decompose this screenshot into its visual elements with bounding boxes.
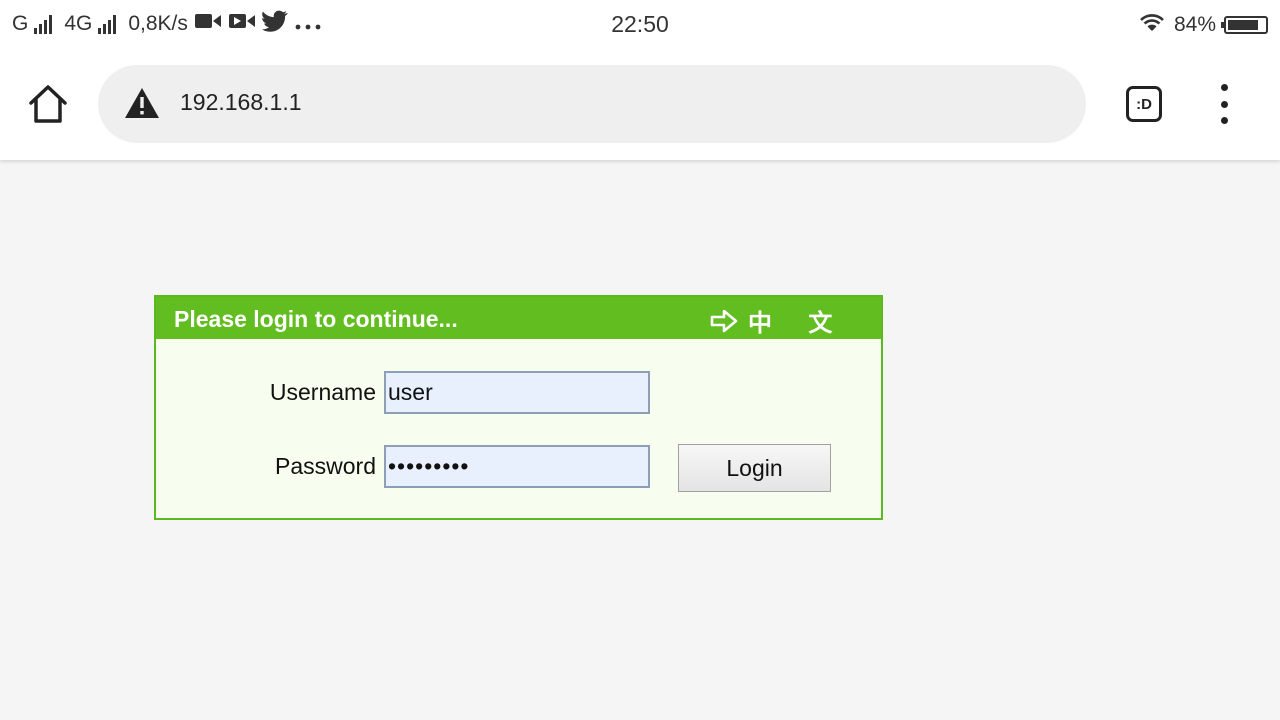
language-label[interactable]: 中 文 [748,303,846,338]
wifi-icon [1138,11,1166,39]
login-button[interactable]: Login [678,444,831,492]
warning-icon[interactable] [124,87,160,119]
tabs-button[interactable]: :D [1126,86,1162,122]
status-right: 84% [1138,12,1268,38]
battery-icon [1221,16,1268,34]
address-bar[interactable]: 192.168.1.1 [98,65,1086,143]
menu-dot-icon [1220,100,1228,108]
password-input[interactable] [384,445,650,488]
username-label: Username [269,379,376,405]
clock: 22:50 [611,11,669,37]
status-bar: G 4G 0,8K/s 22:50 84% [0,0,1280,50]
menu-dot-icon [1220,117,1228,124]
login-panel: Please login to continue... 中 文 Username… [154,295,883,520]
username-input[interactable] [384,371,650,414]
browser-toolbar: 192.168.1.1 :D [0,50,1280,160]
language-switch-link[interactable]: 中 文 [710,303,846,338]
home-icon [26,85,70,129]
password-label: Password [275,453,376,479]
battery-percent: 84% [1173,13,1216,36]
menu-dot-icon [1220,84,1228,91]
login-header: Please login to continue... 中 文 [156,297,881,339]
login-title: Please login to continue... [174,306,458,332]
home-button[interactable] [26,83,70,125]
url-text[interactable]: 192.168.1.1 [180,89,302,116]
arrow-right-icon [710,309,738,333]
overflow-menu-button[interactable] [1212,84,1236,124]
